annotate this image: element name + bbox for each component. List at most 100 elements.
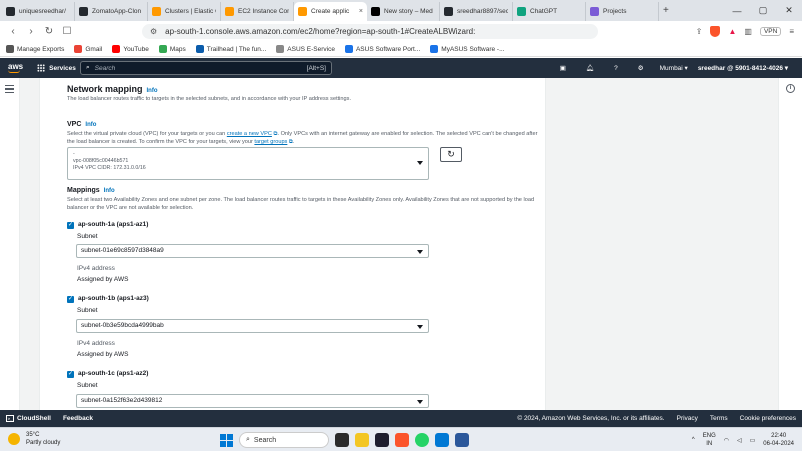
bookmark-item[interactable]: Trailhead | The fun... [195,45,266,53]
wifi-icon[interactable]: ◠ [724,437,729,444]
browser-tab[interactable]: Projects [586,2,659,21]
tab-favicon-icon [298,7,307,16]
vpc-info-link[interactable]: Info [85,122,96,128]
bookmark-item[interactable]: Manage Exports [6,45,64,53]
taskbar-search[interactable]: ⌕ Search [239,432,329,448]
aws-search-input[interactable]: ⌕ Search [Alt+S] [80,61,332,75]
aws-nav-right: ▣ 🔔︎ ? ⚙ Mumbai ▾ sreedhar @ 5901-8412-4… [550,58,802,78]
vpn-button[interactable]: VPN [759,27,782,36]
section-info-link[interactable]: Info [147,88,158,94]
browser-tab[interactable]: EC2 Instance Conn [221,2,294,21]
vpc-select[interactable]: - vpc-008f05c00446b571 IPv4 VPC CIDR: 17… [67,147,429,180]
az-1c-label: ap-south-1c (aps1-az2) [78,370,149,377]
bookmark-item[interactable]: YouTube [112,45,149,53]
settings-icon[interactable]: ⚙ [638,64,644,72]
bookmark-item[interactable]: ASUS Software Port... [344,45,421,53]
bookmark-label: YouTube [123,45,149,53]
search-icon: ⌕ [86,64,90,71]
right-tools-strip: i [778,78,802,410]
mappings-description: Select at least two Availability Zones a… [67,197,535,211]
refresh-vpc-button[interactable]: ↻ [440,147,462,162]
close-window-icon[interactable]: ✕ [776,5,802,16]
privacy-link[interactable]: Privacy [677,415,698,422]
aws-logo[interactable]: aws [8,63,23,73]
task-view-icon[interactable] [335,433,349,447]
clock-time: 22:40 [771,433,787,439]
services-button[interactable]: Services [37,64,76,72]
weather-widget[interactable]: 35°C Partly cloudy [8,431,60,447]
cookie-preferences-link[interactable]: Cookie preferences [740,415,796,422]
back-icon[interactable]: ‹ [6,26,20,37]
browser-tab[interactable]: ZomatoApp-Clon [75,2,148,21]
browser-tab[interactable]: New story – Med [367,2,440,21]
az-1a-ipv4-value: Assigned by AWS [77,276,129,283]
reload-icon[interactable]: ↻ [42,26,56,37]
target-groups-link[interactable]: target groups [254,139,287,145]
bookmark-item[interactable]: Gmail [74,45,102,53]
windows-start-icon[interactable] [220,433,233,447]
tab-favicon-icon [152,7,161,16]
new-tab-button[interactable]: + [663,5,669,16]
bookmark-favicon-icon [195,45,204,53]
browser-tab[interactable]: sreedhar8897/sec [440,2,513,21]
bookmark-item[interactable]: Maps [158,45,186,53]
az-1a-checkbox[interactable]: ✓ [67,222,74,229]
vscode-icon[interactable] [435,433,449,447]
close-tab-icon[interactable]: × [359,8,363,15]
whatsapp-icon[interactable] [415,433,429,447]
az-1b-subnet-select[interactable]: subnet-0b3e59bcda4999bab [76,319,429,333]
bookmark-label: ASUS Software Port... [355,45,421,53]
aws-top-nav: aws Services ⌕ Search [Alt+S] ▣ 🔔︎ ? ⚙ M… [0,58,802,78]
clock[interactable]: 22:40 06-04-2024 [763,432,794,448]
sidebar-icon[interactable]: ▥ [744,27,752,36]
word-icon[interactable] [455,433,469,447]
hamburger-menu-icon[interactable] [5,85,14,95]
az-1c-subnet-select[interactable]: subnet-0a152f63e2d439812 [76,394,429,408]
bookmark-label: Maps [169,45,186,53]
url-input[interactable]: ⚙ ap-south-1.console.aws.amazon.com/ec2/… [142,24,598,39]
feedback-link[interactable]: Feedback [63,415,93,422]
bookmark-label: Manage Exports [17,45,65,53]
browser-tab[interactable]: ChatGPT [513,2,586,21]
brave-shield-icon[interactable] [710,26,721,37]
help-icon[interactable]: ? [614,65,618,72]
vscode-alt-icon[interactable] [375,433,389,447]
az-1b-checkbox[interactable]: ✓ [67,296,74,303]
az-1a-subnet-select[interactable]: subnet-01e69c8597d3848a9 [76,244,429,258]
notifications-icon[interactable]: 🔔︎ [586,64,594,72]
site-settings-icon[interactable]: ⚙ [150,27,157,36]
browser-tab[interactable]: uniquesreedhar/ [2,2,75,21]
az-1a-subnet-label: Subnet [77,233,98,240]
brave-browser-icon[interactable] [395,433,409,447]
language-indicator[interactable]: ENG IN [703,432,716,448]
bookmark-favicon-icon [158,45,167,53]
cloudshell-button[interactable]: >_ CloudShell [6,415,51,422]
region-selector[interactable]: Mumbai ▾ [660,64,688,72]
cloudshell-icon[interactable]: ▣ [560,64,566,72]
bookmark-item[interactable]: ASUS E-Service [276,45,335,53]
az-1b-label: ap-south-1b (aps1-az3) [78,295,149,302]
browser-tab[interactable]: Clusters | Elastic C [148,2,221,21]
tab-label: sreedhar8897/sec [457,8,508,15]
volume-icon[interactable]: ◁ [737,437,742,444]
menu-icon[interactable]: ≡ [789,27,794,36]
share-icon[interactable]: ⇪ [696,27,703,36]
create-vpc-link[interactable]: create a new VPC [227,131,272,137]
bookmark-icon[interactable]: ☐ [60,26,74,37]
file-explorer-icon[interactable] [355,433,369,447]
info-panel-icon[interactable]: i [786,84,795,93]
browser-tab[interactable]: Create applic × [294,2,367,21]
tab-list: uniquesreedhar/ZomatoApp-Clon Clusters | … [2,0,659,21]
az-1c-checkbox[interactable]: ✓ [67,371,74,378]
account-menu[interactable]: sreedhar @ 5901-8412-4026 ▾ [698,64,788,72]
minimize-icon[interactable]: — [724,6,750,16]
terms-link[interactable]: Terms [710,415,728,422]
mappings-info-link[interactable]: Info [104,188,115,194]
maximize-icon[interactable]: ▢ [750,5,776,16]
az-1b-subnet-label: Subnet [77,307,98,314]
brave-rewards-icon[interactable]: ▲ [728,27,736,36]
forward-icon[interactable]: › [24,26,38,37]
bookmark-item[interactable]: MyASUS Software -... [430,45,505,53]
tray-chevron-icon[interactable]: ^ [692,437,695,443]
battery-icon[interactable]: ▭ [750,437,756,444]
